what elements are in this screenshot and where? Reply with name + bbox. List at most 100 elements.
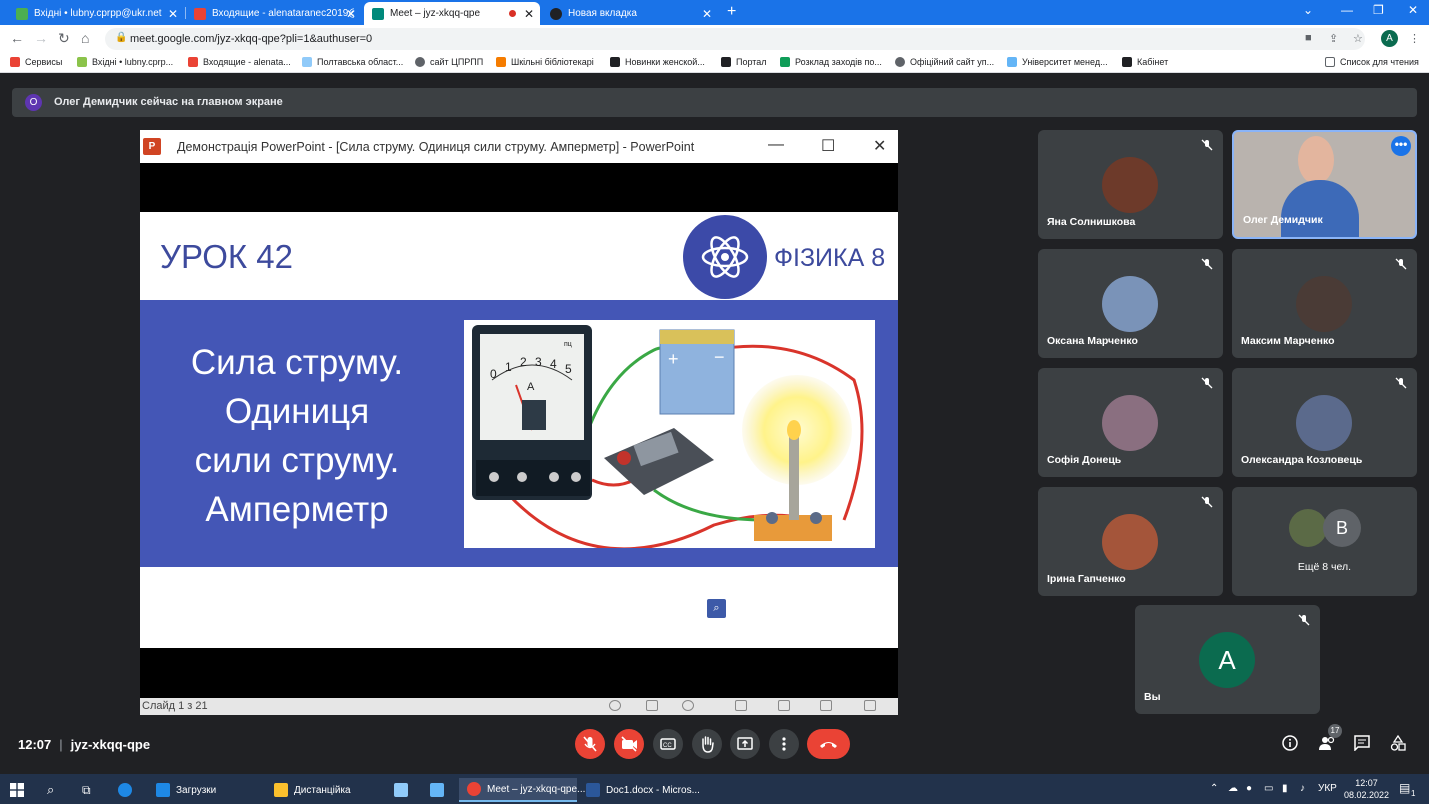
more-participants-tile[interactable]: В Ещё 8 чел. xyxy=(1232,487,1417,596)
captions-button[interactable]: CC xyxy=(653,729,683,759)
volume-icon[interactable]: ♪ xyxy=(1300,783,1305,794)
close-tab-icon[interactable]: ✕ xyxy=(524,7,534,21)
avatar xyxy=(1102,514,1158,570)
bookmark-services[interactable]: Сервисы xyxy=(10,57,62,67)
camera-toggle-button[interactable] xyxy=(614,729,644,759)
new-tab-button[interactable]: + xyxy=(727,3,736,21)
mic-tray-icon[interactable]: ● xyxy=(1246,783,1252,794)
slideshow-icon xyxy=(864,700,876,711)
bookmark-poltava[interactable]: Полтавська област... xyxy=(302,57,403,67)
taskbar-app-folder[interactable]: Дистанційка xyxy=(266,778,359,802)
previous-slide-icon xyxy=(609,700,621,711)
bookmark-cabinet[interactable]: Кабінет xyxy=(1122,57,1168,67)
tab-ukr-net-inbox[interactable]: Вхідні • lubny.cprpp@ukr.net ✕ xyxy=(8,2,184,25)
cloud-icon xyxy=(302,57,312,67)
globe-icon xyxy=(895,57,905,67)
taskbar-app-downloads[interactable]: Загрузки xyxy=(148,778,224,802)
folder-icon xyxy=(274,783,288,797)
mic-off-icon xyxy=(1201,139,1213,151)
minimize-icon[interactable]: — xyxy=(1341,3,1353,17)
reload-icon[interactable]: ↻ xyxy=(58,30,70,47)
reading-list-icon xyxy=(1325,57,1335,67)
avatar xyxy=(1102,395,1158,451)
bookmark-schedule[interactable]: Розклад заходів по... xyxy=(780,57,882,67)
gmail-favicon-icon xyxy=(194,7,206,20)
participant-tile[interactable]: Яна Солнишкова xyxy=(1038,130,1223,239)
language-indicator[interactable]: УКР xyxy=(1318,783,1337,794)
participant-tile[interactable]: Максим Марченко xyxy=(1232,249,1417,358)
tab-new-tab[interactable]: Новая вкладка ✕ xyxy=(542,2,718,25)
participant-tile[interactable]: Оксана Марченко xyxy=(1038,249,1223,358)
bookmark-official-site[interactable]: Офіційний сайт уп... xyxy=(895,57,994,67)
raise-hand-button[interactable] xyxy=(692,729,722,759)
notifications-icon[interactable]: ▤ xyxy=(1399,781,1410,795)
forward-arrow-icon[interactable]: → xyxy=(34,30,48,46)
bookmark-cprpp[interactable]: сайт ЦПРПП xyxy=(415,57,483,67)
participant-name: Софія Донець xyxy=(1047,454,1122,466)
profile-avatar[interactable]: A xyxy=(1381,30,1398,47)
activities-button[interactable] xyxy=(1390,734,1406,755)
notification-count: 1 xyxy=(1411,789,1416,798)
mail-button[interactable] xyxy=(430,778,444,802)
back-arrow-icon[interactable]: ← xyxy=(10,30,24,46)
zoom-search-icon: ⌕ xyxy=(707,599,726,618)
reading-list[interactable]: Список для чтения xyxy=(1325,57,1419,67)
tab-meet[interactable]: Meet – jyz-xkqq-qpe ✕ xyxy=(364,2,540,25)
meeting-details-button[interactable] xyxy=(1282,735,1298,755)
bookmark-news[interactable]: Новинки женской... xyxy=(610,57,705,67)
tab-gmail-inbox[interactable]: Входящие - alenataranec2019@ ✕ xyxy=(186,2,362,25)
people-button[interactable] xyxy=(1318,735,1336,755)
bookmark-portal[interactable]: Портал xyxy=(721,57,767,67)
chat-button[interactable] xyxy=(1354,735,1370,755)
participant-tile[interactable]: Ірина Гапченко xyxy=(1038,487,1223,596)
tray-overflow-icon[interactable]: ⌃ xyxy=(1210,783,1218,794)
search-icon[interactable]: ⌕ xyxy=(47,778,54,802)
participant-name: Максим Марченко xyxy=(1241,335,1335,347)
onedrive-icon[interactable]: ☁ xyxy=(1228,783,1238,794)
task-view-icon[interactable]: ⧉ xyxy=(82,778,91,802)
network-icon[interactable]: ▭ xyxy=(1264,783,1273,794)
edge-icon xyxy=(118,783,132,797)
close-tab-icon[interactable]: ✕ xyxy=(168,7,178,21)
bookmark-star-icon[interactable]: ☆ xyxy=(1353,32,1363,45)
bookmark-university[interactable]: Університет менед... xyxy=(1007,57,1108,67)
participant-tile[interactable]: Софія Донець xyxy=(1038,368,1223,477)
presenter-banner: О Олег Демидчик сейчас на главном экране xyxy=(12,88,1417,117)
kebab-menu-icon[interactable]: ⋮ xyxy=(1409,32,1420,45)
camera-in-use-icon[interactable]: ■ xyxy=(1305,32,1312,44)
captions-icon: CC xyxy=(660,738,676,750)
close-window-icon[interactable]: ✕ xyxy=(1408,3,1418,17)
present-screen-button[interactable] xyxy=(730,729,760,759)
taskbar-clock[interactable]: 12:07 08.02.2022 xyxy=(1344,777,1389,801)
gmail-icon xyxy=(188,57,198,67)
slide-header: УРОК 42 ФІЗИКА 8 xyxy=(140,212,898,300)
mail-icon xyxy=(430,783,444,797)
bookmark-gmail[interactable]: Входящие - alenata... xyxy=(188,57,291,67)
more-options-button[interactable]: ••• xyxy=(1391,136,1411,156)
mic-off-icon xyxy=(1201,258,1213,270)
self-tile[interactable]: A Вы xyxy=(1135,605,1320,714)
battery-icon[interactable]: ▮ xyxy=(1282,783,1288,794)
edge-button[interactable] xyxy=(118,778,132,802)
url-bar[interactable]: 🔒 meet.google.com/jyz-xkqq-qpe?pli=1&aut… xyxy=(105,28,1365,50)
home-icon[interactable]: ⌂ xyxy=(81,30,89,46)
close-tab-icon[interactable]: ✕ xyxy=(702,7,712,21)
taskbar-app-chrome[interactable]: Meet – jyz-xkqq-qpe... xyxy=(459,778,585,802)
participant-tile-video[interactable]: ••• Олег Демидчик xyxy=(1232,130,1417,239)
mic-off-icon xyxy=(1395,258,1407,270)
leave-call-button[interactable] xyxy=(807,729,850,759)
close-tab-icon[interactable]: ✕ xyxy=(346,7,356,21)
participant-tile[interactable]: Олександра Козловець xyxy=(1232,368,1417,477)
tab-search-icon[interactable]: ⌄ xyxy=(1303,3,1313,17)
bookmark-ukr-net[interactable]: Вхідні • lubny.cprp... xyxy=(77,57,173,67)
url-text: meet.google.com/jyz-xkqq-qpe?pli=1&authu… xyxy=(130,33,373,45)
store-button[interactable] xyxy=(394,778,408,802)
mic-toggle-button[interactable] xyxy=(575,729,605,759)
more-options-button[interactable] xyxy=(769,729,799,759)
bookmark-librarians[interactable]: Шкільні бібліотекарі xyxy=(496,57,594,67)
start-button[interactable] xyxy=(10,778,24,802)
taskbar-app-word[interactable]: Doc1.docx - Micros... xyxy=(578,778,708,802)
restore-icon[interactable]: ❐ xyxy=(1373,3,1384,17)
meeting-info: 12:07 | jyz-xkqq-qpe xyxy=(18,737,151,752)
share-icon[interactable]: ⇪ xyxy=(1329,32,1338,45)
